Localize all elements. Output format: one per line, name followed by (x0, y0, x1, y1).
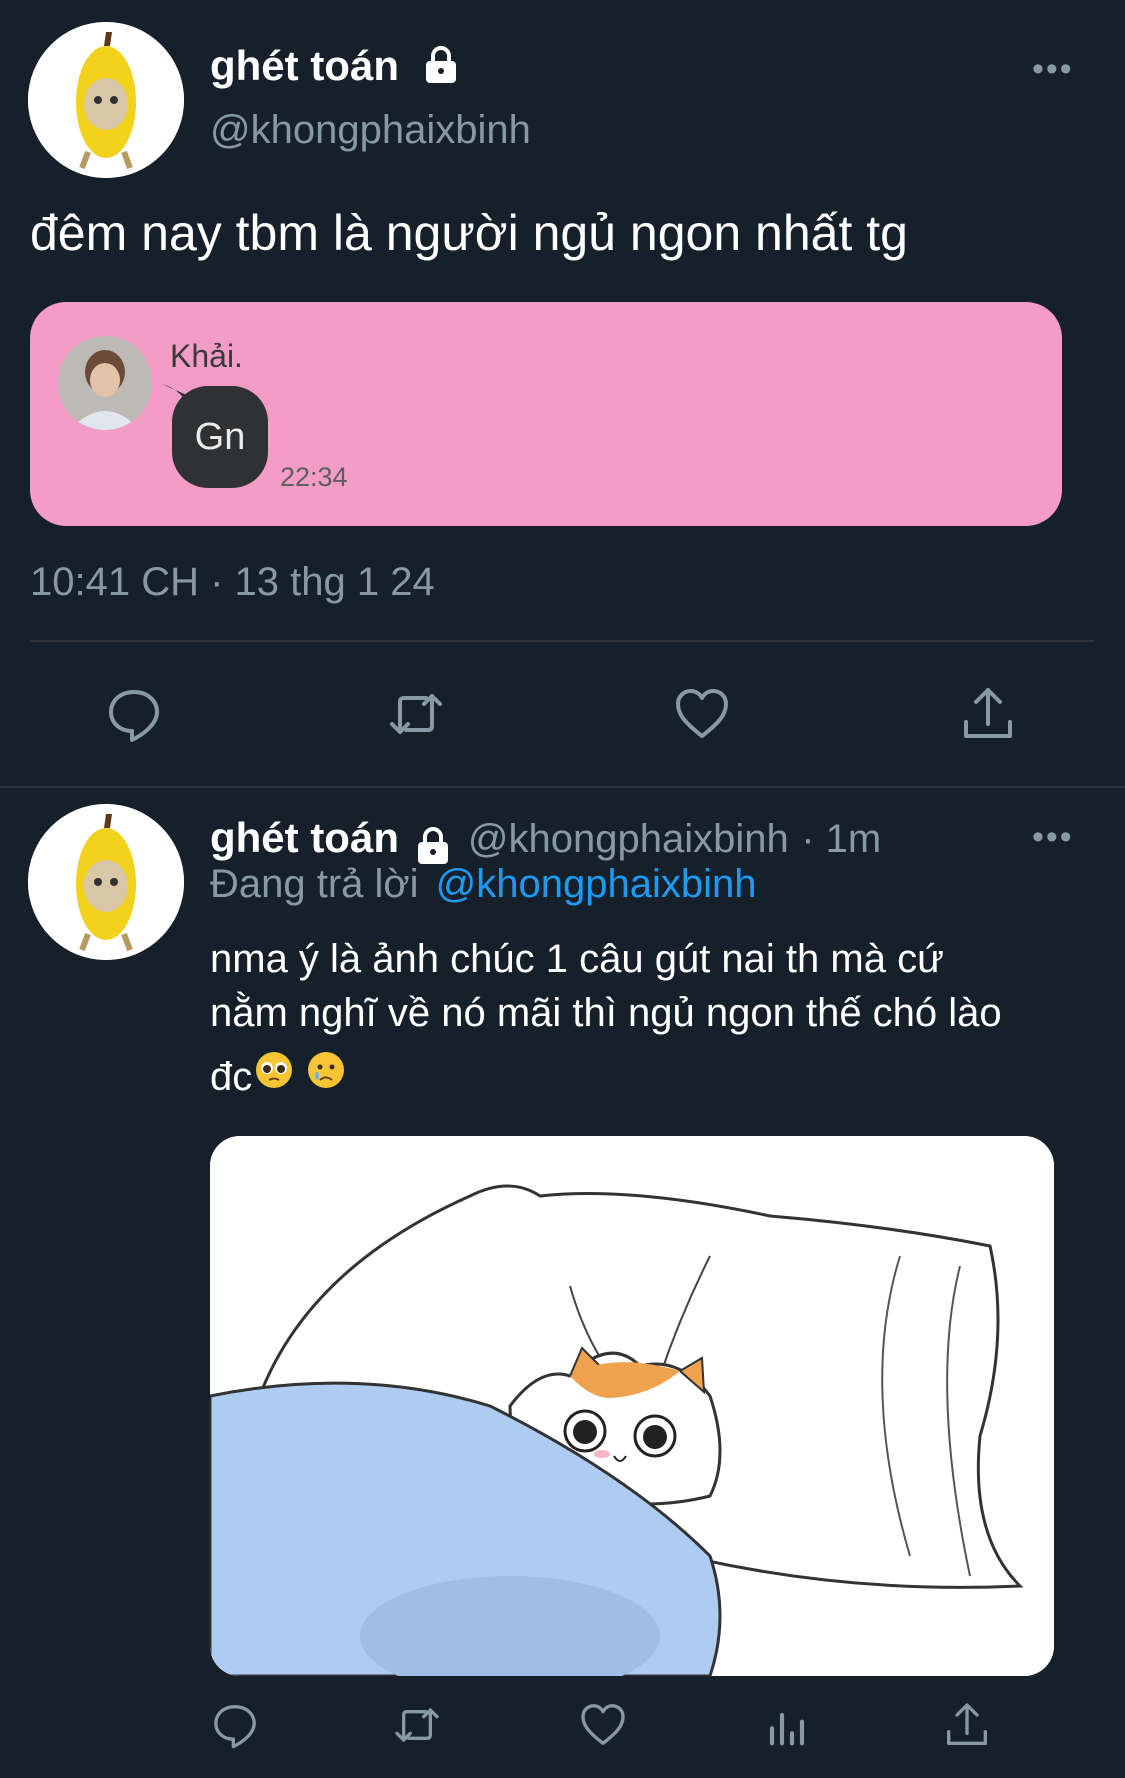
more-dots-icon[interactable]: ••• (1032, 50, 1074, 89)
banana-cat-avatar-icon (28, 804, 184, 960)
tweet-media-chat-screenshot[interactable]: Khải. Gn 22:34 (30, 302, 1062, 526)
reply-icon[interactable] (210, 1700, 260, 1750)
heart-icon[interactable] (578, 1700, 628, 1750)
person-photo-icon (58, 336, 152, 430)
replying-to-handle[interactable]: @khongphaixbinh (436, 862, 757, 906)
pleading-face-icon (254, 1050, 294, 1104)
reply-text-line: nằm nghĩ về nó mãi thì ngủ ngon thế chó … (210, 991, 1002, 1035)
replying-to-label: Đang trả lời (210, 862, 419, 906)
divider (30, 640, 1094, 642)
reply-media-image[interactable] (210, 1136, 1054, 1676)
author-handle[interactable]: @khongphaixbinh (210, 108, 531, 153)
chat-sender-name: Khải. (170, 338, 243, 374)
chat-message-time: 22:34 (280, 462, 348, 492)
reply-time-ago[interactable]: · 1m (801, 817, 881, 861)
heart-icon[interactable] (672, 684, 732, 744)
author-avatar[interactable] (28, 22, 184, 178)
tweet-text: đêm nay tbm là người ngủ ngon nhất tg (30, 205, 908, 261)
more-dots-icon[interactable]: ••• (1032, 818, 1074, 857)
author-name-text: ghét toán (210, 42, 399, 89)
retweet-icon[interactable] (392, 1700, 442, 1750)
chat-sender-avatar (58, 336, 152, 430)
chat-message-bubble: Gn (172, 386, 268, 488)
tweet-timestamp[interactable]: 10:41 CH · 13 thg 1 24 (30, 560, 435, 605)
lock-icon (421, 44, 461, 94)
analytics-icon[interactable] (762, 1700, 812, 1750)
banana-cat-avatar-icon (28, 22, 184, 178)
share-icon[interactable] (958, 684, 1018, 744)
divider (0, 786, 1125, 788)
reply-text-line: đc (210, 1055, 253, 1099)
crying-face-icon (306, 1050, 346, 1104)
share-icon[interactable] (942, 1700, 992, 1750)
replying-to: Đang trả lời @khongphaixbinh (210, 862, 757, 907)
chat-message-text: Gn (194, 415, 246, 458)
reply-text-line: nma ý là ảnh chúc 1 câu gút nai th mà cứ (210, 937, 944, 981)
reply-author-handle[interactable]: @khongphaixbinh (468, 817, 789, 861)
retweet-icon[interactable] (386, 684, 446, 744)
reply-author-avatar[interactable] (28, 804, 184, 960)
reply-icon[interactable] (104, 684, 164, 744)
reply-author-name[interactable]: ghét toán (210, 814, 399, 861)
sleeping-cat-illustration-icon (210, 1136, 1054, 1676)
author-name[interactable]: ghét toán (210, 42, 461, 94)
reply-text: nma ý là ảnh chúc 1 câu gút nai th mà cứ… (210, 932, 1002, 1104)
